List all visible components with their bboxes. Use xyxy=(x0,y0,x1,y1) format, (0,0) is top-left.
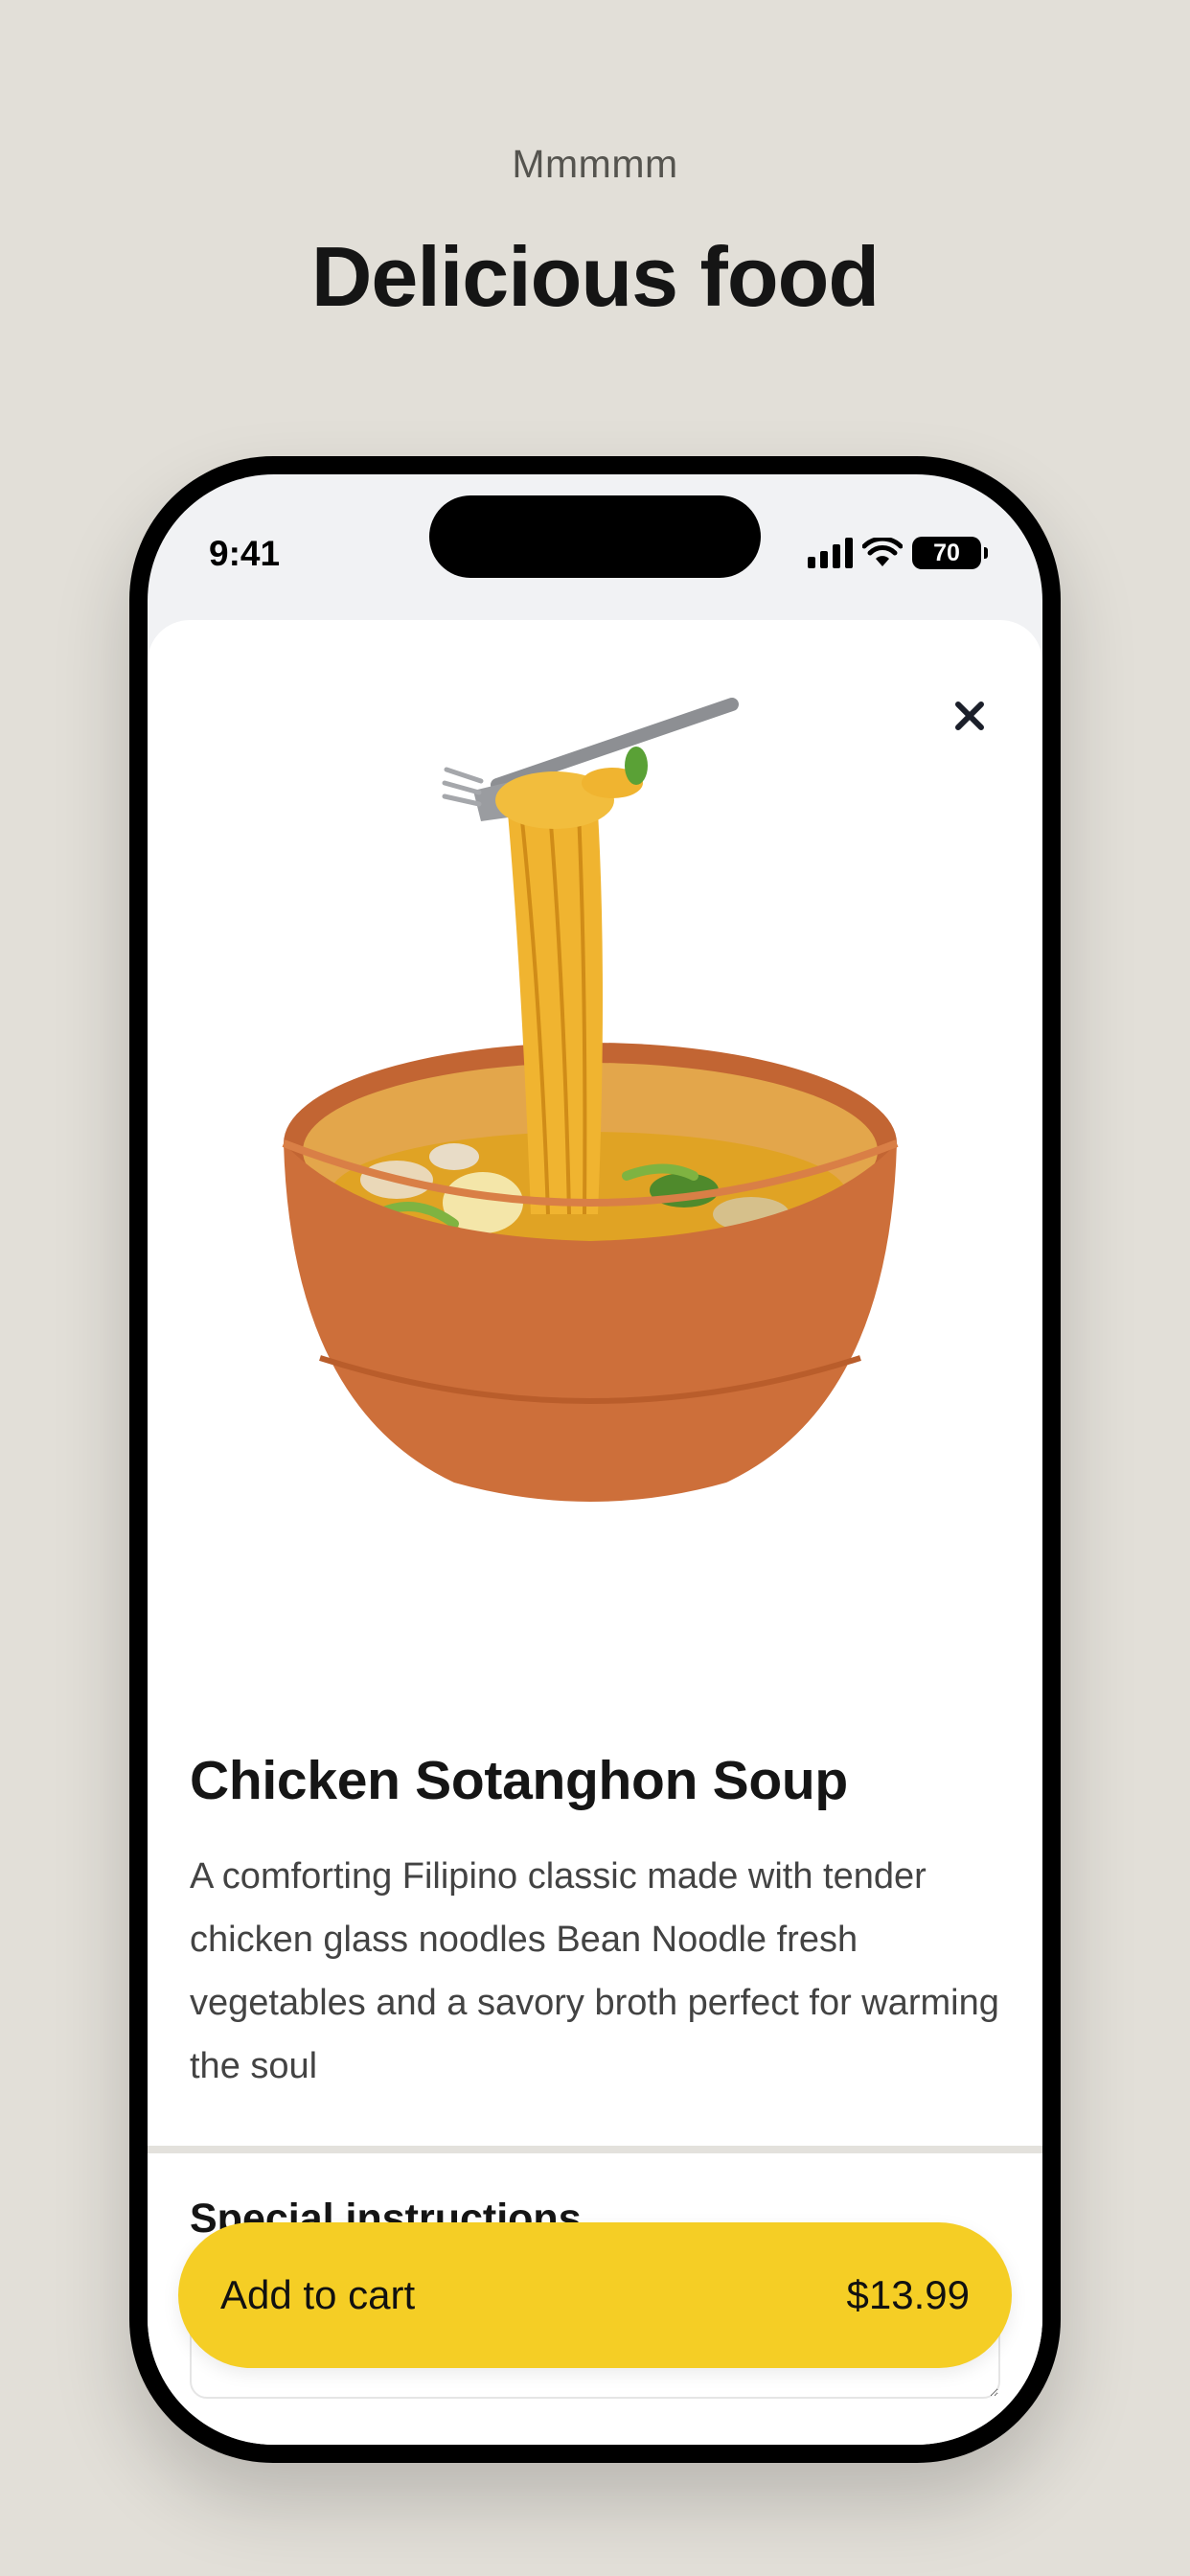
close-icon xyxy=(955,702,984,730)
product-sheet: Chicken Sotanghon Soup A comforting Fili… xyxy=(148,620,1042,2445)
phone-frame: 9:41 70 Chicken Sotanghon Soup A comfort… xyxy=(129,456,1061,2463)
phone-screen: 9:41 70 Chicken Sotanghon Soup A comfort… xyxy=(148,474,1042,2445)
cellular-signal-icon xyxy=(808,538,853,568)
page-title: Delicious food xyxy=(310,229,880,324)
status-icons: 70 xyxy=(808,534,988,572)
status-time: 9:41 xyxy=(209,534,281,573)
page-eyebrow: Mmmmm xyxy=(512,142,678,186)
add-to-cart-label: Add to cart xyxy=(220,2272,416,2317)
cart-price: $13.99 xyxy=(846,2272,970,2317)
battery-icon: 70 xyxy=(912,537,988,569)
wifi-icon xyxy=(862,538,903,566)
product-title: Chicken Sotanghon Soup xyxy=(190,1750,848,1811)
product-description: A comforting Filipino classic made with … xyxy=(190,1856,999,2086)
close-button[interactable] xyxy=(943,689,996,743)
dynamic-island xyxy=(429,495,761,578)
section-divider xyxy=(148,2146,1042,2153)
add-to-cart-button[interactable]: Add to cart $13.99 xyxy=(178,2222,1012,2368)
soup-bowl-icon xyxy=(282,698,899,1502)
